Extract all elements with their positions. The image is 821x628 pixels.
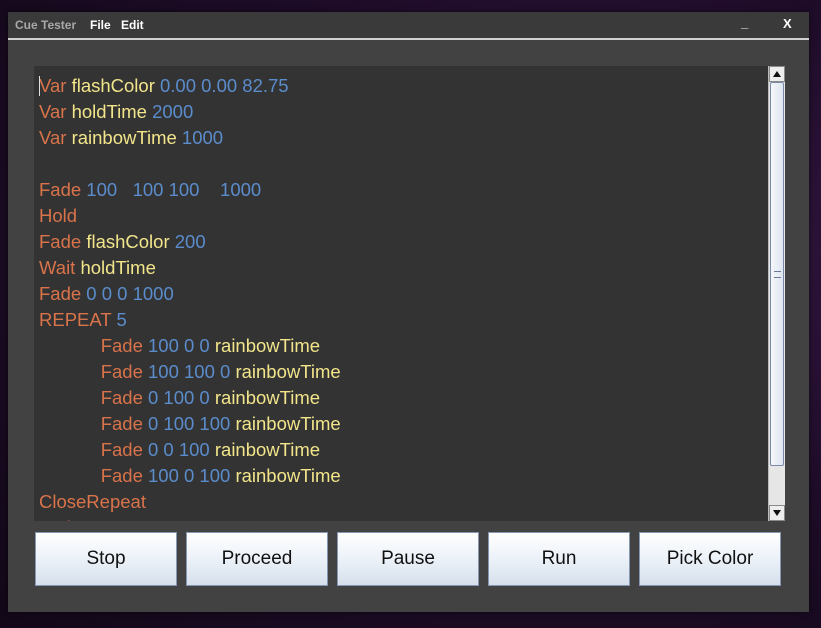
code-token: holdTime	[80, 257, 156, 278]
code-line: Fade 0 0 0 1000	[39, 281, 341, 307]
menu-file[interactable]: File	[90, 18, 111, 32]
code-token: rainbowTime	[235, 465, 341, 486]
code-editor[interactable]: Var flashColor 0.00 0.00 82.75 Var holdTi…	[34, 66, 768, 521]
code-token: Fade	[39, 517, 81, 521]
code-line: Var rainbowTime 1000	[39, 125, 341, 151]
code-line: Fade 100 100 0 rainbowTime	[39, 359, 341, 385]
code-line: Var holdTime 2000	[39, 99, 341, 125]
code-token: 200	[169, 231, 206, 252]
scroll-up-button[interactable]	[769, 66, 785, 82]
code-token: rainbowTime	[235, 413, 341, 434]
code-line: Wait holdTime	[39, 255, 341, 281]
code-token: Wait	[39, 257, 76, 278]
close-button[interactable]: X	[783, 16, 792, 31]
code-token: Var	[39, 101, 67, 122]
code-token: Fade	[100, 361, 143, 382]
code-token: Fade	[100, 465, 143, 486]
code-line: Hold	[39, 203, 341, 229]
code-line: Fade 100 0 100 rainbowTime	[39, 463, 341, 489]
code-token: Fade	[100, 439, 143, 460]
scrollbar-thumb[interactable]	[770, 82, 784, 466]
run-button[interactable]: Run	[488, 532, 630, 586]
title-bar[interactable]: Cue Tester File Edit _ X	[8, 12, 809, 40]
triangle-down-icon	[773, 510, 781, 516]
code-token: Fade	[39, 283, 82, 304]
menu-edit[interactable]: Edit	[121, 18, 144, 32]
code-line: REPEAT 5	[39, 307, 341, 333]
code-token: rainbowTime	[214, 387, 321, 408]
code-line: Fade 0 100 0 rainbowTime	[39, 385, 341, 411]
stop-button[interactable]: Stop	[35, 532, 177, 586]
code-token: rainbowTime	[214, 439, 321, 460]
code-line: Fade 100.00 50.00 25.00 10000	[39, 515, 341, 521]
code-token: 100 0 0	[142, 335, 215, 356]
code-token: rainbowTime	[214, 335, 321, 356]
code-line: Fade 0 0 100 rainbowTime	[39, 437, 341, 463]
app-title: Cue Tester	[15, 18, 77, 32]
app-window: Cue Tester File Edit _ X Var flashColor …	[8, 12, 809, 612]
code-token: 0 100 0	[142, 387, 215, 408]
proceed-button[interactable]: Proceed	[186, 532, 328, 586]
scroll-down-button[interactable]	[769, 505, 785, 521]
code-token: 100 0 100	[142, 465, 236, 486]
code-line: Fade flashColor 200	[39, 229, 341, 255]
code-line: Var flashColor 0.00 0.00 82.75	[39, 73, 341, 99]
code-line: Fade 100 0 0 rainbowTime	[39, 333, 341, 359]
editor-scrollbar[interactable]	[768, 66, 785, 521]
pause-button[interactable]: Pause	[337, 532, 479, 586]
code-token: 1000	[176, 127, 224, 148]
code-token: flashColor	[71, 75, 155, 96]
code-token: REPEAT	[39, 309, 112, 330]
code-token: 0 0 0 1000	[81, 283, 174, 304]
code-token: Var	[39, 127, 67, 148]
code-token: Hold	[39, 205, 78, 226]
code-line: Fade 0 100 100 rainbowTime	[39, 411, 341, 437]
code-line: Fade 100 100 100 1000	[39, 177, 341, 203]
code-token: CloseRepeat	[39, 491, 146, 512]
code-token: 100 100 0	[142, 361, 236, 382]
code-token: 5	[111, 309, 127, 330]
triangle-up-icon	[773, 71, 781, 77]
code-token: 100 100 100 1000	[81, 179, 262, 200]
code-token: Fade	[100, 335, 143, 356]
code-text: Var flashColor 0.00 0.00 82.75 Var holdTi…	[39, 73, 341, 521]
code-token: holdTime	[71, 101, 147, 122]
minimize-button[interactable]: _	[741, 15, 748, 30]
code-token: rainbowTime	[235, 361, 341, 382]
text-caret	[39, 76, 40, 96]
code-token: 2000	[146, 101, 194, 122]
code-token: 0 100 100	[142, 413, 236, 434]
code-token: Fade	[100, 413, 143, 434]
code-token: flashColor	[86, 231, 170, 252]
code-token: 0 0 100	[142, 439, 215, 460]
code-token: Fade	[100, 387, 143, 408]
code-token: 100.00 50.00 25.00 10000	[81, 517, 302, 521]
code-token: Fade	[39, 231, 82, 252]
code-token: Var	[39, 75, 67, 96]
code-token: Fade	[39, 179, 82, 200]
code-line: CloseRepeat	[39, 489, 341, 515]
code-token: 0.00 0.00 82.75	[154, 75, 289, 96]
grip-icon	[774, 271, 781, 278]
code-token: rainbowTime	[71, 127, 177, 148]
pick-color-button[interactable]: Pick Color	[639, 532, 781, 586]
